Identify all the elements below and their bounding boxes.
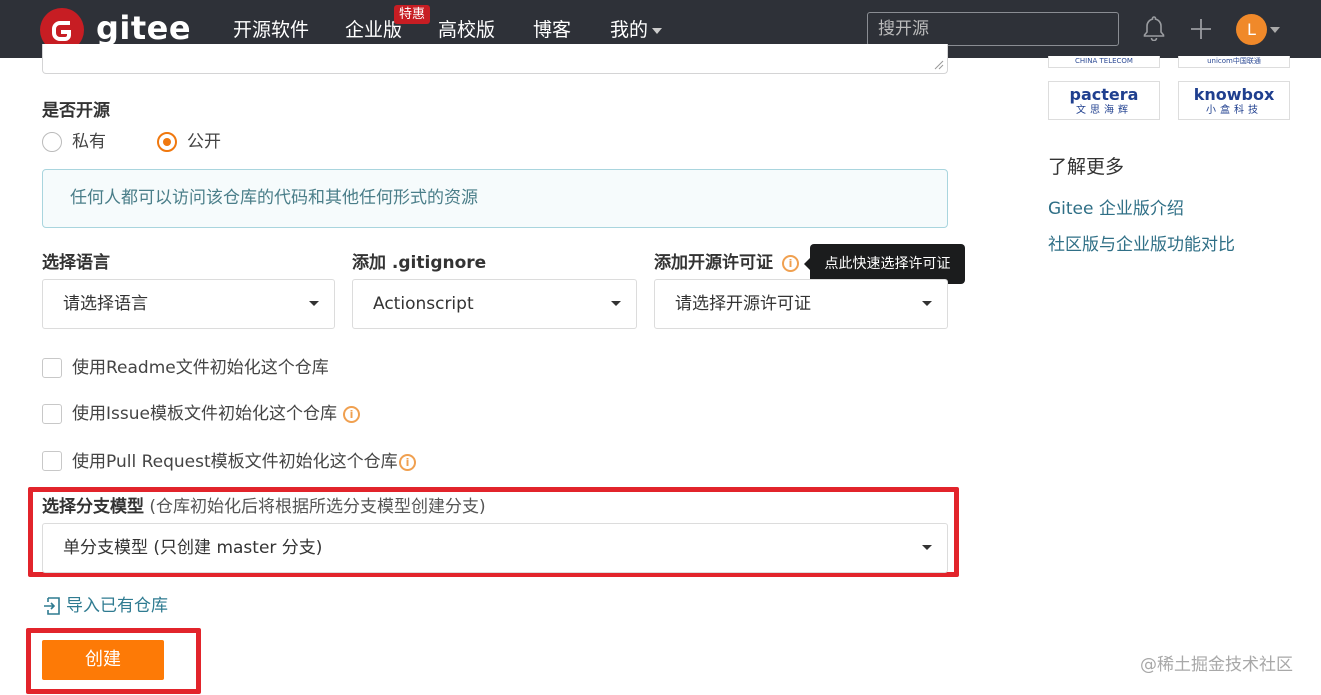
logo-text[interactable]: gitee [96,8,191,48]
pr-template-info-icon[interactable]: i [399,454,416,471]
branch-model-label: 选择分支模型 [42,497,144,517]
partner-logo-knowbox: knowbox 小盒科技 [1178,81,1290,120]
enterprise-intro-link[interactable]: Gitee 企业版介绍 [1048,197,1184,221]
issue-template-checkbox[interactable] [42,404,62,424]
visibility-info-message: 任何人都可以访问该仓库的代码和其他任何形式的资源 [42,169,948,228]
license-select-value: 请选择开源许可证 [675,294,811,314]
license-select[interactable]: 请选择开源许可证 [654,279,948,329]
partner-logo-unicom: unicom中国联通 [1178,56,1290,68]
resize-grip-icon[interactable] [934,60,944,70]
nav-university[interactable]: 高校版 [438,16,495,44]
avatar[interactable]: L [1236,14,1267,45]
nav-open-source[interactable]: 开源软件 [233,16,309,44]
branch-model-select-value: 单分支模型 (只创建 master 分支) [63,538,323,558]
plus-icon[interactable] [1189,17,1213,41]
branch-model-hint: (仓库初始化后将根据所选分支模型创建分支) [149,497,486,517]
language-select[interactable]: 请选择语言 [42,279,335,329]
issue-template-info-icon[interactable]: i [343,406,360,423]
public-radio-label[interactable]: 公开 [187,130,221,154]
gitignore-label: 添加 .gitignore [352,253,487,273]
nav-mine-label: 我的 [610,19,649,41]
readme-checkbox[interactable] [42,358,62,378]
partner-subtitle: 文思海辉 [1076,105,1132,116]
language-label: 选择语言 [42,253,110,273]
nav-blog[interactable]: 博客 [533,16,571,44]
branch-model-select[interactable]: 单分支模型 (只创建 master 分支) [42,523,948,573]
dropdown-arrow-icon [922,545,932,550]
create-button[interactable]: 创建 [42,640,164,680]
avatar-chevron-down-icon[interactable] [1270,27,1280,33]
nav-mine[interactable]: 我的 [610,16,663,44]
gitignore-select-value: Actionscript [373,294,474,314]
private-radio-label[interactable]: 私有 [72,130,106,154]
issue-template-checkbox-label[interactable]: 使用Issue模板文件初始化这个仓库 [72,402,337,426]
dropdown-arrow-icon [611,301,621,306]
readme-checkbox-label[interactable]: 使用Readme文件初始化这个仓库 [72,356,329,380]
pr-template-checkbox[interactable] [42,451,62,471]
license-info-icon[interactable]: i [782,255,799,272]
import-icon[interactable] [42,596,62,616]
import-repo-link[interactable]: 导入已有仓库 [66,594,168,618]
partner-name: pactera [1069,85,1139,104]
partner-name: knowbox [1193,85,1275,104]
edition-compare-link[interactable]: 社区版与企业版功能对比 [1048,233,1235,257]
bell-icon[interactable] [1142,15,1166,41]
dropdown-arrow-icon [309,301,319,306]
private-radio[interactable] [42,132,62,152]
dropdown-arrow-icon [922,301,932,306]
partner-subtitle: 小盒科技 [1206,105,1262,116]
chevron-down-icon [652,27,663,34]
branch-model-heading: 选择分支模型 (仓库初始化后将根据所选分支模型创建分支) [42,495,486,519]
public-radio[interactable] [157,132,177,152]
language-select-value: 请选择语言 [63,294,148,314]
partner-logo-pactera: pactera 文思海辉 [1048,81,1160,120]
learn-more-title: 了解更多 [1048,156,1125,178]
partner-logo-telecom: CHINA TELECOM [1048,56,1160,68]
watermark: @稀土掘金技术社区 [1140,655,1293,675]
pr-template-checkbox-label[interactable]: 使用Pull Request模板文件初始化这个仓库 [72,450,398,474]
visibility-label: 是否开源 [42,101,110,121]
license-tooltip: 点此快速选择许可证 [804,244,965,284]
description-textarea[interactable] [42,44,948,74]
promo-badge: 特惠 [394,5,431,24]
search-input[interactable]: 搜开源 [867,12,1119,46]
license-label: 添加开源许可证 [654,253,773,273]
gitignore-select[interactable]: Actionscript [352,279,637,329]
